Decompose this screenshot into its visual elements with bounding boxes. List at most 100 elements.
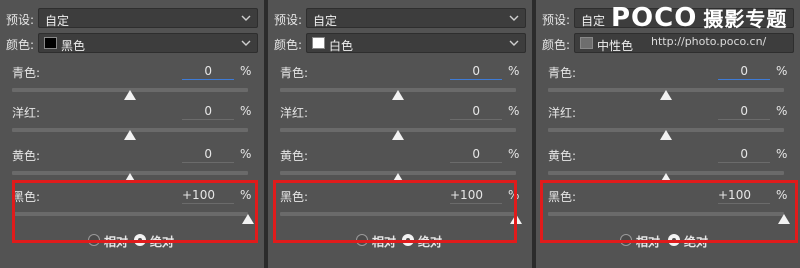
value-text: 0: [740, 104, 748, 118]
slider-black: 黑色: +100 %: [0, 186, 264, 234]
selective-color-panel-white: 预设: 自定 颜色: 白色 青色: 0 % 洋红: 0 % 黄色: 0 % 黑色…: [268, 0, 532, 268]
slider-thumb[interactable]: [392, 130, 404, 140]
value-text: +100: [450, 188, 483, 202]
unit-label: %: [776, 188, 788, 202]
color-label: 颜色:: [6, 38, 35, 52]
slider-thumb[interactable]: [392, 90, 404, 100]
chevron-down-icon: [241, 40, 251, 46]
slider-thumb[interactable]: [392, 173, 404, 183]
slider-label: 黑色:: [280, 190, 309, 204]
value-text: +100: [718, 188, 751, 202]
slider-label: 黄色:: [12, 149, 41, 163]
value-text: 0: [472, 147, 480, 161]
radio-label: 相对: [372, 235, 397, 249]
slider-black: 黑色: +100 %: [268, 186, 532, 234]
radio-label: 相对: [104, 235, 129, 249]
watermark: POCO 摄影专题 http://photo.poco.cn/: [605, 2, 800, 50]
value-text: 0: [204, 147, 212, 161]
watermark-brand: POCO 摄影专题: [611, 3, 787, 33]
unit-label: %: [240, 104, 252, 118]
slider-magenta: 洋红: 0 %: [0, 102, 264, 150]
preset-label: 预设:: [274, 13, 303, 27]
slider-track[interactable]: [280, 212, 516, 216]
slider-thumb[interactable]: [124, 130, 136, 140]
chevron-down-icon: [241, 15, 251, 21]
color-value: 黑色: [61, 39, 86, 53]
preset-label: 预设:: [6, 13, 35, 27]
radio-label: 绝对: [150, 235, 175, 249]
unit-label: %: [508, 104, 520, 118]
unit-label: %: [776, 147, 788, 161]
slider-label: 青色:: [280, 66, 309, 80]
slider-track[interactable]: [12, 212, 248, 216]
slider-thumb[interactable]: [778, 214, 790, 224]
unit-label: %: [508, 64, 520, 78]
slider-thumb[interactable]: [660, 90, 672, 100]
unit-label: %: [508, 188, 520, 202]
radio-off-icon: [620, 234, 632, 246]
value-text: 0: [204, 64, 212, 78]
selective-color-panel-black: 预设: 自定 颜色: 黑色 青色: 0 % 洋红: 0 % 黄色: 0 % 黑色…: [0, 0, 264, 268]
unit-label: %: [240, 147, 252, 161]
slider-thumb[interactable]: [242, 214, 254, 224]
slider-label: 青色:: [548, 66, 577, 80]
watermark-suffix: 摄影专题: [703, 7, 788, 31]
color-row: 颜色: 黑色: [6, 33, 258, 55]
color-dropdown[interactable]: 黑色: [38, 33, 258, 53]
preset-label: 预设:: [542, 13, 571, 27]
method-radio-group: 相对 绝对: [536, 233, 800, 249]
watermark-url: http://photo.poco.cn/: [651, 35, 767, 48]
color-value: 白色: [329, 39, 354, 53]
radio-off-icon: [356, 234, 368, 246]
value-text: +100: [182, 188, 215, 202]
slider-track[interactable]: [548, 212, 784, 216]
slider-black: 黑色: +100 %: [536, 186, 800, 234]
slider-thumb[interactable]: [124, 90, 136, 100]
value-text: 0: [472, 104, 480, 118]
color-label: 颜色:: [274, 38, 303, 52]
slider-magenta: 洋红: 0 %: [536, 102, 800, 150]
radio-off-icon: [88, 234, 100, 246]
value-text: 0: [472, 64, 480, 78]
slider-label: 黄色:: [548, 149, 577, 163]
value-text: 0: [740, 147, 748, 161]
radio-on-icon: [668, 234, 680, 246]
unit-label: %: [508, 147, 520, 161]
radio-label: 绝对: [418, 235, 443, 249]
watermark-logo-text: POCO: [611, 3, 698, 33]
preset-value: 自定: [313, 14, 338, 28]
slider-thumb[interactable]: [510, 214, 522, 224]
radio-on-icon: [134, 234, 146, 246]
preset-value: 自定: [45, 14, 70, 28]
preset-row: 预设: 自定: [274, 8, 526, 30]
radio-label: 相对: [636, 235, 661, 249]
slider-magenta: 洋红: 0 %: [268, 102, 532, 150]
slider-thumb[interactable]: [124, 173, 136, 183]
color-swatch: [580, 37, 593, 49]
slider-thumb[interactable]: [660, 130, 672, 140]
color-swatch: [44, 37, 57, 49]
slider-label: 黑色:: [12, 190, 41, 204]
chevron-down-icon: [509, 40, 519, 46]
slider-label: 洋红:: [280, 106, 309, 120]
color-row: 颜色: 白色: [274, 33, 526, 55]
method-radio-group: 相对 绝对: [0, 233, 264, 249]
method-radio-group: 相对 绝对: [268, 233, 532, 249]
unit-label: %: [776, 64, 788, 78]
value-text: 0: [740, 64, 748, 78]
preset-value: 自定: [581, 14, 606, 28]
slider-label: 青色:: [12, 66, 41, 80]
preset-dropdown[interactable]: 自定: [38, 8, 258, 28]
chevron-down-icon: [509, 15, 519, 21]
slider-label: 黑色:: [548, 190, 577, 204]
preset-dropdown[interactable]: 自定: [306, 8, 526, 28]
slider-label: 洋红:: [12, 106, 41, 120]
slider-thumb[interactable]: [660, 173, 672, 183]
slider-label: 黄色:: [280, 149, 309, 163]
color-dropdown[interactable]: 白色: [306, 33, 526, 53]
unit-label: %: [776, 104, 788, 118]
preset-row: 预设: 自定: [6, 8, 258, 30]
value-text: 0: [204, 104, 212, 118]
color-swatch: [312, 37, 325, 49]
unit-label: %: [240, 188, 252, 202]
